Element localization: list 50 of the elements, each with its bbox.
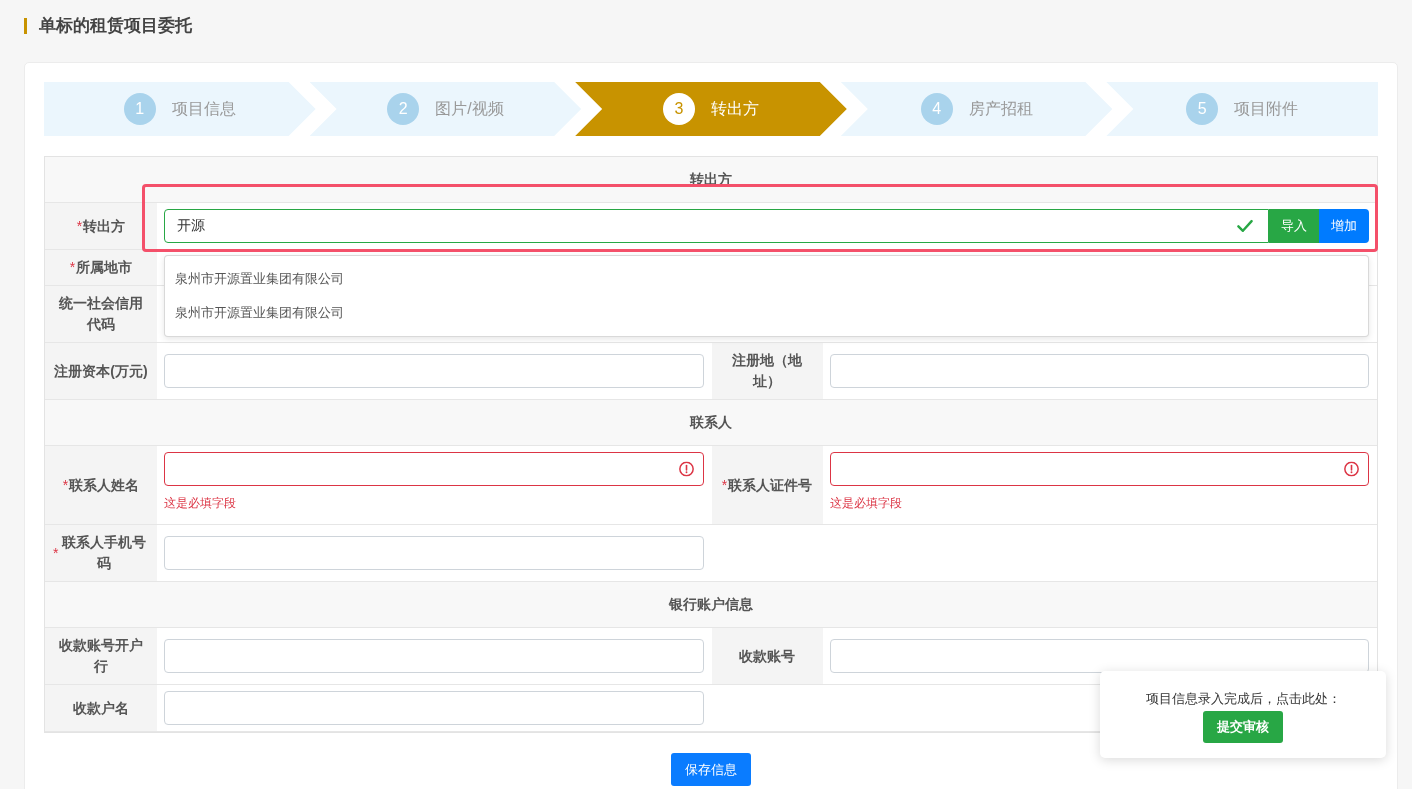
wizard-step[interactable]: 2 图片/视频 xyxy=(309,82,582,136)
input-field[interactable] xyxy=(164,452,704,486)
submit-button[interactable]: 提交审核 xyxy=(1203,711,1283,743)
required-mark: * xyxy=(53,543,59,563)
step-number: 1 xyxy=(123,93,156,125)
input-field[interactable] xyxy=(829,452,1369,486)
step-label: 项目信息 xyxy=(171,98,236,119)
suggestion-item[interactable]: 泉州市开源置业集团有限公司 xyxy=(165,296,1368,330)
suggestion-item[interactable]: 泉州市开源置业集团有限公司 xyxy=(165,262,1368,296)
exclamation-circle-icon xyxy=(1344,461,1359,477)
input-field[interactable]: 开源 xyxy=(164,209,1269,243)
step-label: 图片/视频 xyxy=(435,98,504,119)
step-label: 项目附件 xyxy=(1234,98,1299,119)
field-label: 所属地市 xyxy=(76,258,133,277)
save-button[interactable]: 保存信息 xyxy=(671,753,751,786)
wizard-step[interactable]: 4 房产招租 xyxy=(840,82,1113,136)
title-accent-icon xyxy=(24,18,27,34)
import-button[interactable]: 导入 xyxy=(1269,209,1319,243)
wizard-step[interactable]: 3 转出方 xyxy=(575,82,847,136)
wizard-step[interactable]: 1 项目信息 xyxy=(44,82,316,136)
field-label: 统一社会信用代码 xyxy=(58,294,144,334)
step-label: 转出方 xyxy=(711,98,759,119)
field-label: 联系人姓名 xyxy=(69,475,140,495)
check-icon xyxy=(1237,219,1253,233)
field-label: 收款账号开户行 xyxy=(58,636,144,676)
required-mark: * xyxy=(721,475,728,495)
step-number: 2 xyxy=(387,93,420,125)
field-label: 转出方 xyxy=(83,216,126,236)
section-title: 联系人 xyxy=(690,413,732,432)
required-mark: * xyxy=(62,475,69,495)
field-label: 注册地（地址） xyxy=(731,351,803,391)
popover-message: 项目信息录入完成后，点击此处： xyxy=(1145,690,1341,708)
add-button[interactable]: 增加 xyxy=(1319,209,1369,243)
required-mark: * xyxy=(69,258,76,277)
error-message: 这是必填字段 xyxy=(164,495,236,512)
step-number: 5 xyxy=(1186,93,1219,125)
section-title: 银行账户信息 xyxy=(669,595,753,614)
field-label: 收款户名 xyxy=(73,698,129,718)
required-mark: * xyxy=(76,216,83,236)
field-label: 注册资本(万元) xyxy=(54,361,148,381)
field-label: 联系人手机号码 xyxy=(60,533,148,573)
field-label: 收款账号 xyxy=(739,646,795,666)
field-label: 联系人证件号 xyxy=(728,475,813,495)
error-message: 这是必填字段 xyxy=(829,495,902,512)
step-number: 3 xyxy=(663,93,695,125)
step-number: 4 xyxy=(920,93,953,125)
page-title: 单标的租赁项目委托 xyxy=(39,15,192,37)
step-label: 房产招租 xyxy=(968,98,1033,119)
wizard-step[interactable]: 5 项目附件 xyxy=(1106,82,1378,136)
exclamation-circle-icon xyxy=(678,461,694,477)
